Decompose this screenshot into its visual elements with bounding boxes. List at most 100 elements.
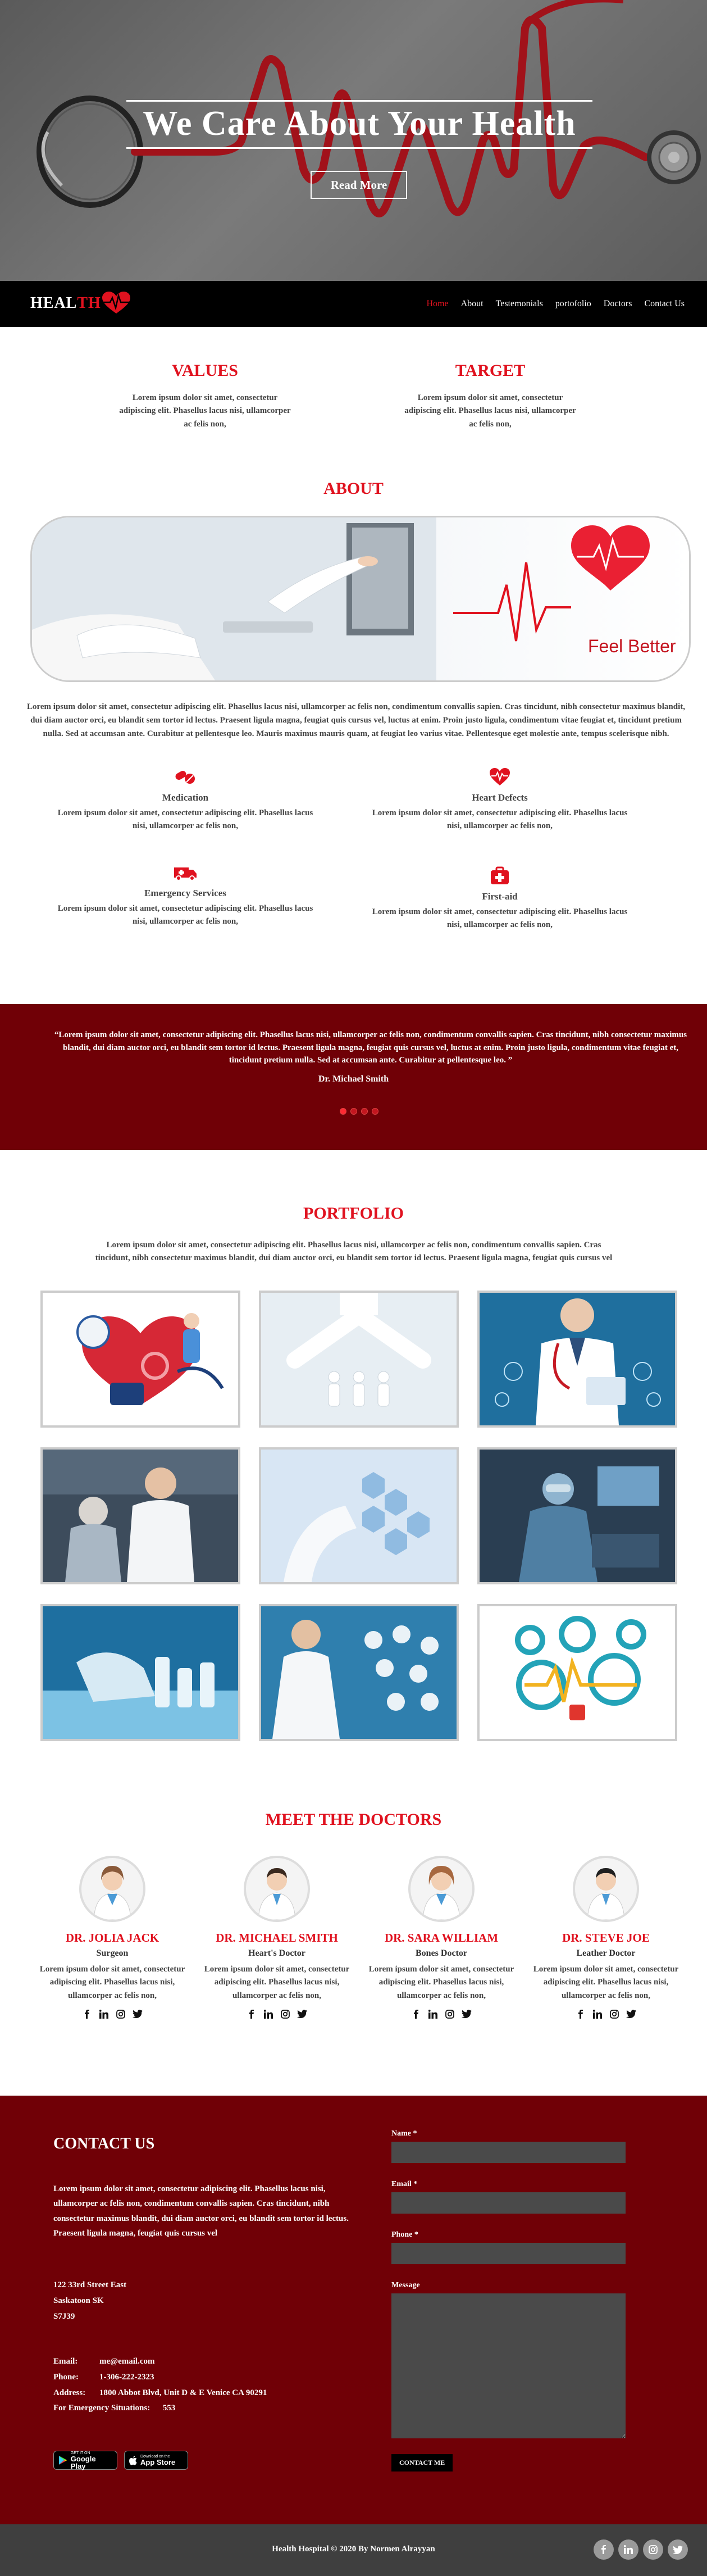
feature-title: Emergency Services	[144, 888, 226, 898]
portfolio-item[interactable]	[477, 1604, 677, 1741]
nav-link-home[interactable]: Home	[426, 299, 448, 309]
facebook-icon[interactable]	[82, 2009, 92, 2019]
linkedin-icon[interactable]	[263, 2009, 273, 2019]
logo-text-a: HEAL	[30, 294, 77, 312]
avatar	[79, 1856, 145, 1922]
doctors-title: MEET THE DOCTORS	[265, 1810, 442, 1829]
portfolio-image-family-care	[261, 1293, 457, 1425]
pills-icon	[175, 771, 195, 784]
email-value[interactable]: me@email.com	[99, 2357, 155, 2366]
doctor-role: Bones Doctor	[416, 1948, 467, 1958]
instagram-icon[interactable]	[116, 2009, 126, 2019]
email-label: Email:	[53, 2357, 78, 2366]
feature-text: Lorem ipsum dolor sit amet, consectetur …	[57, 808, 313, 831]
feel-better-text: Feel Better	[588, 636, 676, 656]
instagram-icon[interactable]	[609, 2009, 619, 2019]
facebook-icon[interactable]	[576, 2009, 586, 2019]
address-line: Saskatoon SK	[53, 2296, 104, 2305]
linkedin-icon[interactable]	[592, 2009, 603, 2019]
emergency-value: 553	[162, 2404, 176, 2413]
portfolio-image-doctor-patient	[43, 1450, 238, 1582]
twitter-icon[interactable]	[462, 2009, 472, 2019]
instagram-icon[interactable]	[280, 2009, 290, 2019]
linkedin-icon[interactable]	[618, 2539, 638, 2560]
app-store-button[interactable]: Download on the App Store	[124, 2451, 188, 2470]
portfolio-image-lab-doctor	[480, 1450, 675, 1582]
contact-intro: Lorem ipsum dolor sit amet, consectetur …	[53, 2184, 349, 2238]
nav-link-testimonials[interactable]: Testemonials	[496, 299, 543, 309]
twitter-icon[interactable]	[626, 2009, 636, 2019]
carousel-dot[interactable]	[350, 1108, 357, 1115]
name-input[interactable]	[391, 2142, 626, 2163]
twitter-icon[interactable]	[297, 2009, 307, 2019]
contact-me-button[interactable]: CONTACT ME	[391, 2454, 453, 2471]
portfolio-item[interactable]	[259, 1291, 459, 1428]
avatar	[573, 1856, 639, 1922]
twitter-icon[interactable]	[668, 2539, 688, 2560]
target-title: TARGET	[455, 361, 526, 380]
linkedin-icon[interactable]	[99, 2009, 109, 2019]
carousel-dot[interactable]	[372, 1108, 378, 1115]
instagram-icon[interactable]	[445, 2009, 455, 2019]
doctor-bio: Lorem ipsum dolor sit amet, consectetur …	[204, 1965, 350, 2000]
portfolio-item[interactable]	[259, 1447, 459, 1584]
about-title: ABOUT	[323, 479, 384, 498]
portfolio-item[interactable]	[40, 1447, 240, 1584]
email-input[interactable]	[391, 2192, 626, 2214]
doctor-name: DR. SARA WILLIAM	[384, 1931, 499, 1945]
main-navigation: HEAL TH Home About Testemonials portofoli…	[0, 281, 707, 327]
doctor-role: Heart's Doctor	[248, 1948, 305, 1958]
portfolio-image-heart-care	[76, 1313, 224, 1405]
facebook-icon[interactable]	[594, 2539, 614, 2560]
values-title: VALUES	[172, 361, 238, 380]
portfolio-item[interactable]	[40, 1604, 240, 1741]
portfolio-image-doctor-tablet	[480, 1293, 675, 1425]
about-banner-image: Feel Better	[30, 516, 691, 682]
doctor-role: Leather Doctor	[576, 1948, 636, 1958]
nav-link-doctors[interactable]: Doctors	[604, 299, 632, 309]
contact-details: Email: me@email.com Phone: 1-306-222-2323 …	[53, 2354, 267, 2416]
nav-link-portfolio[interactable]: portofolio	[555, 299, 591, 309]
facebook-icon[interactable]	[411, 2009, 421, 2019]
portfolio-item[interactable]	[477, 1447, 677, 1584]
read-more-button[interactable]: Read More	[311, 171, 407, 199]
emergency-label: For Emergency Situations:	[53, 2404, 150, 2413]
doctor-bio: Lorem ipsum dolor sit amet, consectetur …	[368, 1965, 514, 2000]
apple-icon	[129, 2455, 137, 2465]
values-block: VALUES Lorem ipsum dolor sit amet, conse…	[87, 361, 323, 431]
doctor-name: DR. MICHAEL SMITH	[216, 1931, 338, 1945]
site-logo[interactable]: HEAL TH	[30, 291, 131, 316]
avatar	[408, 1856, 475, 1922]
portfolio-item[interactable]	[259, 1604, 459, 1741]
nav-link-contact[interactable]: Contact Us	[644, 299, 685, 309]
portfolio-item[interactable]	[40, 1291, 240, 1428]
hero-title: We Care About Your Health	[126, 100, 592, 149]
instagram-icon[interactable]	[643, 2539, 663, 2560]
facebook-icon[interactable]	[247, 2009, 257, 2019]
first-aid-kit-icon	[491, 866, 509, 884]
name-label: Name *	[391, 2129, 417, 2138]
doctor-role: Surgeon	[96, 1948, 129, 1958]
twitter-icon[interactable]	[133, 2009, 143, 2019]
carousel-indicators	[340, 1108, 378, 1115]
carousel-dot[interactable]	[340, 1108, 346, 1115]
phone-value[interactable]: 1-306-222-2323	[99, 2373, 154, 2382]
carousel-dot[interactable]	[361, 1108, 368, 1115]
phone-input[interactable]	[391, 2243, 626, 2264]
logo-text-b: TH	[77, 294, 101, 312]
feature-text: Lorem ipsum dolor sit amet, consectetur …	[57, 904, 313, 926]
feature-text: Lorem ipsum dolor sit amet, consectetur …	[372, 808, 628, 831]
email-label: Email *	[391, 2180, 418, 2188]
portfolio-item[interactable]	[477, 1291, 677, 1428]
address-line: S7J39	[53, 2311, 75, 2321]
linkedin-icon[interactable]	[428, 2009, 438, 2019]
address-value: 1800 Abbot Blvd, Unit D & E Venice CA 90…	[99, 2388, 267, 2397]
google-play-label: Google Play	[70, 2454, 96, 2470]
target-block: TARGET Lorem ipsum dolor sit amet, conse…	[372, 361, 608, 431]
ambulance-icon	[174, 867, 197, 881]
doctor-name: DR. JOLIA JACK	[65, 1931, 159, 1945]
google-play-button[interactable]: GET IT ON Google Play	[53, 2451, 117, 2470]
nav-link-about[interactable]: About	[461, 299, 484, 309]
doctor-card: DR. MICHAEL SMITH Heart's Doctor Lorem i…	[195, 1856, 358, 2019]
message-textarea[interactable]	[391, 2293, 626, 2438]
